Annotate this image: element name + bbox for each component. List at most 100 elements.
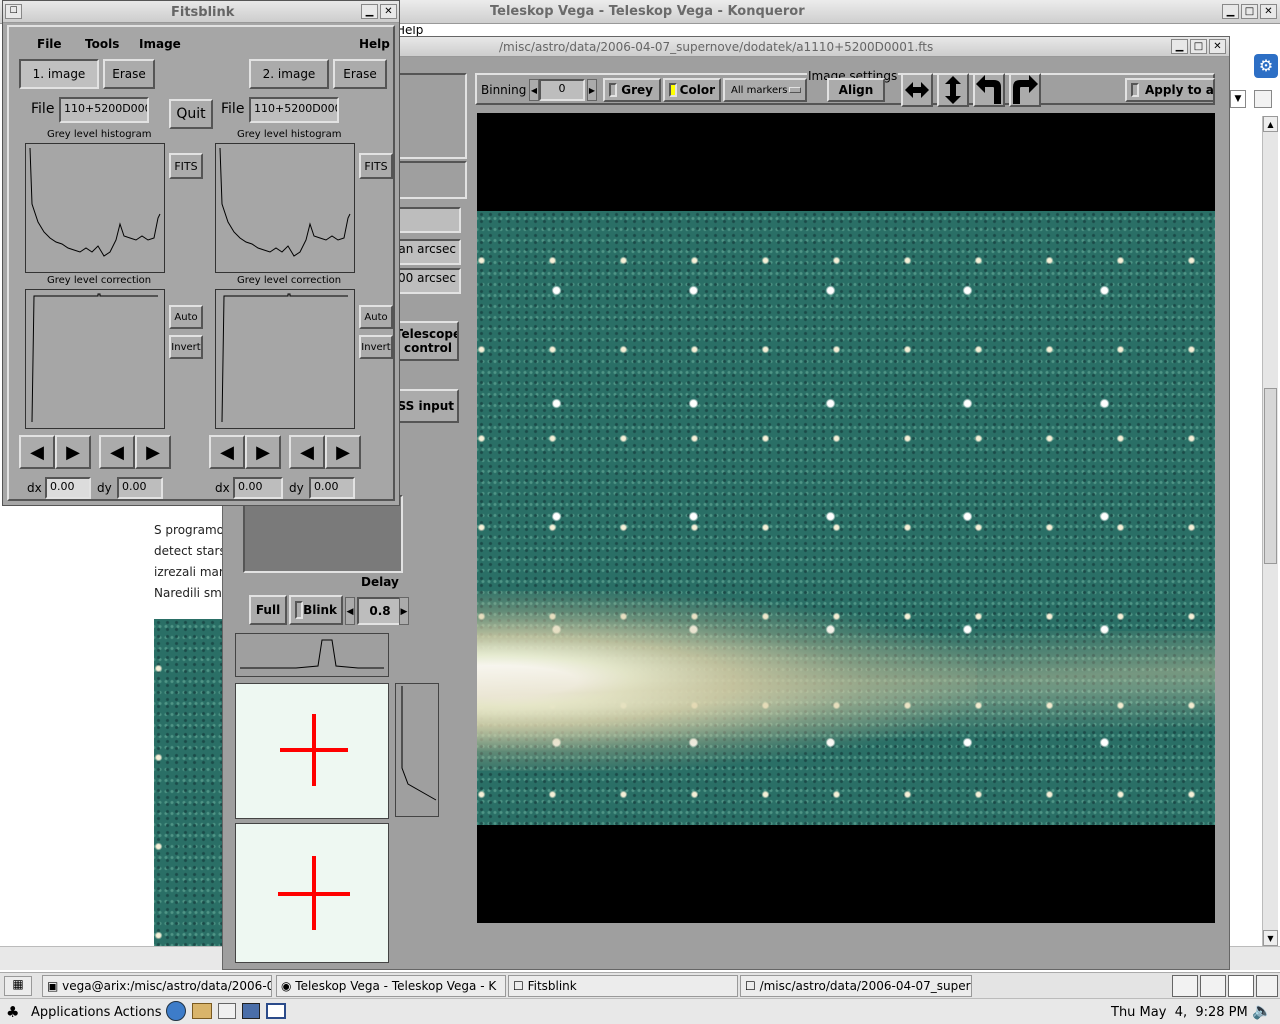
workspace-1[interactable] (1172, 975, 1198, 997)
task-konqueror[interactable]: ◉ Teleskop Vega - Teleskop Vega - K (276, 975, 506, 997)
erase-1-button[interactable]: Erase (103, 59, 155, 89)
workspace-4[interactable] (1256, 975, 1278, 997)
invert-2-button[interactable]: Invert (359, 335, 393, 359)
delay-increase-arrow[interactable]: ▶ (399, 597, 409, 625)
dx-1-field[interactable]: 0.00 (45, 477, 91, 499)
menu-file[interactable]: File (37, 37, 62, 51)
workspace-2[interactable] (1200, 975, 1226, 997)
task-terminal[interactable]: ▣ vega@arix:/misc/astro/data/2006-04 (42, 975, 272, 997)
blink-check-icon[interactable] (295, 601, 303, 619)
konqueror-nav-icon[interactable] (1254, 90, 1272, 108)
shift-1-left-button[interactable]: ◀ (19, 435, 55, 469)
delay-value-field[interactable]: 0.8 (357, 597, 403, 625)
shift-2-down-button[interactable]: ▶ (325, 435, 361, 469)
color-button[interactable]: Color (663, 78, 721, 102)
konqueror-scrollbar[interactable]: ▲ ▼ (1262, 116, 1278, 946)
quit-button[interactable]: Quit (169, 99, 213, 129)
fits-maximize-button[interactable]: □ (1190, 39, 1207, 54)
telescope-control-button[interactable]: Telescope control (397, 321, 459, 361)
email-icon[interactable] (192, 1003, 212, 1019)
flip-horizontal-button[interactable] (901, 73, 933, 107)
fitsblink-title: Fitsblink (171, 5, 235, 20)
minimize-button[interactable]: ▁ (1222, 4, 1239, 19)
menu-tools[interactable]: Tools (85, 37, 119, 51)
konqueror-toolbar-icon[interactable]: ⚙ (1254, 54, 1278, 78)
shift-2-up-button[interactable]: ◀ (289, 435, 325, 469)
grey-button[interactable]: Grey (603, 78, 661, 102)
star-field-image (477, 211, 1215, 825)
binning-value-field[interactable]: 0 (539, 79, 585, 101)
file-1-field[interactable]: 110+5200D0001.f (59, 97, 149, 123)
scroll-up-arrow[interactable]: ▲ (1263, 116, 1278, 132)
erase-2-button[interactable]: Erase (333, 59, 387, 89)
shift-1-up-button[interactable]: ◀ (99, 435, 135, 469)
editor-icon[interactable] (218, 1003, 236, 1019)
fits-close-button[interactable]: ✕ (1209, 39, 1226, 54)
volume-icon[interactable]: 🔈 (1252, 1001, 1272, 1020)
task-fitsblink[interactable]: ☐ Fitsblink (508, 975, 738, 997)
blink-button[interactable]: Blink (289, 595, 343, 625)
dx-2-field[interactable]: 0.00 (233, 477, 283, 499)
zoom-panel-1 (235, 683, 389, 819)
dss-input-button[interactable]: DSS input (397, 389, 459, 423)
gnome-foot-icon[interactable]: ♣ (6, 1003, 19, 1021)
flip-vertical-button[interactable] (937, 73, 969, 107)
binning-increase-arrow[interactable]: ▶ (587, 79, 597, 101)
full-button[interactable]: Full (249, 595, 287, 625)
actions-menu[interactable]: Actions (114, 1005, 162, 1020)
scroll-down-arrow[interactable]: ▼ (1263, 930, 1278, 946)
scroll-thumb[interactable] (1264, 388, 1277, 564)
color-check-icon[interactable] (669, 83, 677, 97)
shift-1-down-button[interactable]: ▶ (135, 435, 171, 469)
delay-decrease-arrow[interactable]: ◀ (345, 597, 355, 625)
all-markers-menu[interactable]: All markers (723, 78, 807, 102)
shift-2-left-button[interactable]: ◀ (209, 435, 245, 469)
fitsblink-titlebar[interactable]: Fitsblink ☐ ▁ ✕ (3, 1, 399, 23)
dy-2-label: dy (289, 481, 304, 495)
grey-check-icon[interactable] (609, 83, 617, 97)
dx-2-label: dx (215, 481, 230, 495)
shift-1-right-button[interactable]: ▶ (55, 435, 91, 469)
web-browser-icon[interactable] (166, 1001, 186, 1021)
invert-1-button[interactable]: Invert (169, 335, 203, 359)
fits-minimize-button[interactable]: ▁ (1171, 39, 1188, 54)
fitsblink-minimize-button[interactable]: ▁ (361, 4, 378, 19)
apply-check-icon[interactable] (1131, 83, 1139, 97)
fitsblink-close-button[interactable]: ✕ (380, 4, 397, 19)
maximize-button[interactable]: □ (1241, 4, 1258, 19)
full-label: Full (255, 603, 281, 617)
dy-2-field[interactable]: 0.00 (309, 477, 355, 499)
apply-to-all-button[interactable]: Apply to all (1125, 78, 1215, 102)
konqueror-help-menu[interactable]: Help (396, 26, 423, 36)
fitsblink-window: Fitsblink ☐ ▁ ✕ File Tools Image Help 1.… (2, 0, 400, 506)
image-2-button[interactable]: 2. image (249, 59, 329, 89)
auto-2-button[interactable]: Auto (359, 305, 393, 329)
task-terminal-label: vega@arix:/misc/astro/data/2006-04 (62, 979, 272, 993)
binning-decrease-arrow[interactable]: ◀ (529, 79, 539, 101)
taskbar: ▦ ▣ vega@arix:/misc/astro/data/2006-04 ◉… (0, 972, 1280, 998)
task-fits-viewer[interactable]: ☐ /misc/astro/data/2006-04-07_supern (740, 975, 972, 997)
align-button[interactable]: Align (827, 78, 885, 102)
applications-menu[interactable]: Applications (31, 1005, 110, 1020)
fits-1-button[interactable]: FITS (169, 153, 203, 179)
correction-1-curve-icon (31, 293, 158, 423)
terminal-launcher-icon[interactable] (242, 1003, 260, 1019)
dy-1-field[interactable]: 0.00 (117, 477, 163, 499)
auto-1-button[interactable]: Auto (169, 305, 203, 329)
file-2-field[interactable]: 110+5200D0001.f (249, 97, 339, 123)
screen-icon[interactable] (266, 1003, 286, 1019)
menu-image[interactable]: Image (139, 37, 181, 51)
fitsblink-menu-button[interactable]: ☐ (5, 4, 22, 19)
workspace-3[interactable] (1228, 975, 1254, 997)
menu-help[interactable]: Help (359, 37, 390, 51)
image-1-button[interactable]: 1. image (19, 59, 99, 89)
image-canvas[interactable] (477, 113, 1215, 923)
rotate-left-button[interactable] (973, 73, 1005, 107)
rotate-right-button[interactable] (1009, 73, 1041, 107)
show-desktop-button[interactable]: ▦ (4, 976, 32, 996)
clock[interactable]: Thu May 4, 9:28 PM (1111, 1005, 1248, 1020)
fits-2-button[interactable]: FITS (359, 153, 393, 179)
close-button[interactable]: ✕ (1260, 4, 1277, 19)
shift-2-right-button[interactable]: ▶ (245, 435, 281, 469)
konqueror-dropdown-arrow[interactable]: ▼ (1230, 90, 1246, 108)
